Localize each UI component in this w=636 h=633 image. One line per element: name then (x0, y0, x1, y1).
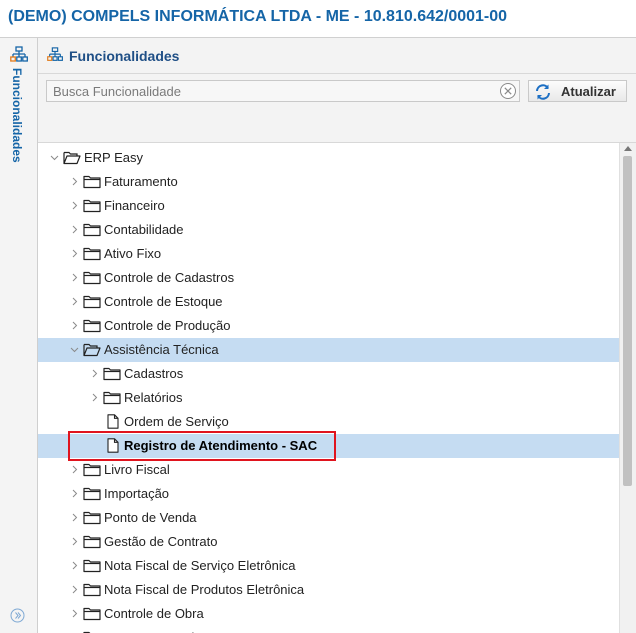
tree-item-label: Controle de Obra (104, 606, 204, 621)
folder-icon (103, 391, 121, 405)
funcionalidades-panel: Funcionalidades Atualizar ERP Easy Fatura… (38, 38, 636, 633)
panel-header: Funcionalidades (38, 38, 636, 74)
tree-item[interactable]: ERP Easy (38, 146, 619, 170)
folder-icon (83, 583, 101, 597)
tree-item-label: Nota Fiscal de Serviço Eletrônica (104, 558, 296, 573)
tree-item[interactable]: Gestão de Contrato (38, 530, 619, 554)
chevron-right-icon[interactable] (70, 609, 79, 618)
tree-item[interactable]: Controle de Cadastros (38, 266, 619, 290)
search-input[interactable] (47, 81, 499, 101)
tree-item[interactable]: Faturamento (38, 170, 619, 194)
tree-item-label: Financeiro (104, 198, 165, 213)
folder-icon (83, 199, 101, 213)
tree-item-label: Cadastros (124, 366, 184, 381)
chevron-right-icon[interactable] (70, 585, 79, 594)
tree-item-label: Livro Fiscal (104, 462, 170, 477)
tree-item[interactable]: Ativo Fixo (38, 242, 619, 266)
tree-item-label: Faturamento (104, 174, 178, 189)
folder-icon (83, 511, 101, 525)
tree-item[interactable]: Livro Fiscal (38, 458, 619, 482)
search-box (46, 80, 520, 102)
sitemap-icon (47, 47, 63, 61)
folder-icon (83, 487, 101, 501)
chevron-right-icon[interactable] (70, 249, 79, 258)
folder-icon (83, 607, 101, 621)
refresh-label: Atualizar (561, 84, 616, 99)
highlight-box (68, 431, 336, 461)
folder-icon (103, 367, 121, 381)
chevron-right-icon[interactable] (90, 369, 99, 378)
chevron-right-icon[interactable] (70, 465, 79, 474)
tree-item[interactable]: Controle de Estoque (38, 290, 619, 314)
scroll-thumb[interactable] (623, 156, 632, 486)
folder-icon (83, 271, 101, 285)
tree-item-label: Ordem de Serviço (124, 414, 229, 429)
chevron-right-icon[interactable] (70, 273, 79, 282)
chevron-right-icon[interactable] (70, 201, 79, 210)
folder-icon (83, 295, 101, 309)
folder-icon (83, 535, 101, 549)
folder-icon (83, 319, 101, 333)
tree-scrollbar[interactable] (619, 143, 636, 633)
sidebar-label[interactable]: Funcionalidades (10, 68, 24, 163)
tree-item-label: Ponto de Venda (104, 510, 197, 525)
folder-icon (83, 559, 101, 573)
chevron-right-icon[interactable] (90, 393, 99, 402)
folder-icon (83, 247, 101, 261)
chevron-right-icon[interactable] (70, 537, 79, 546)
tree-item[interactable]: Controle de Produção (38, 314, 619, 338)
chevron-right-icon[interactable] (70, 561, 79, 570)
refresh-icon (536, 84, 550, 100)
tree-item-label: Contabilidade (104, 222, 184, 237)
document-icon (107, 414, 119, 429)
folder-icon (83, 463, 101, 477)
functionality-tree: ERP Easy Faturamento Financeiro Contabilida… (38, 143, 619, 633)
chevron-right-icon[interactable] (70, 177, 79, 186)
tree-item[interactable]: Assistência Técnica (38, 338, 619, 362)
tree-item-label: Gestão de Contrato (104, 534, 218, 549)
tree-item[interactable]: Nota Fiscal de Serviço Eletrônica (38, 554, 619, 578)
scroll-up-icon[interactable] (624, 146, 632, 151)
tree-item[interactable]: Ponto de Venda (38, 506, 619, 530)
tree-item[interactable]: Cadastros (38, 362, 619, 386)
tree-item-label: Assistência Técnica (104, 342, 219, 357)
clear-search-icon[interactable] (499, 82, 517, 100)
chevron-right-icon[interactable] (70, 489, 79, 498)
folder-open-icon (83, 343, 101, 357)
tree-item-label: Ativo Fixo (104, 246, 162, 261)
sidebar-collapsed[interactable]: Funcionalidades (0, 38, 38, 633)
tree-item-label: Nota Fiscal de Produtos Eletrônica (104, 582, 305, 597)
chevron-down-icon[interactable] (50, 153, 59, 162)
window-title-bar: (DEMO) COMPELS INFORMÁTICA LTDA - ME - 1… (0, 0, 636, 38)
tree-item[interactable]: Importação (38, 482, 619, 506)
tree-item-label: Controle de Cadastros (104, 270, 235, 285)
tree-item-label: Relatórios (124, 390, 183, 405)
chevron-down-icon[interactable] (70, 345, 79, 354)
tree-item[interactable]: Financeiro (38, 194, 619, 218)
chevron-right-icon[interactable] (70, 225, 79, 234)
chevron-right-icon[interactable] (70, 513, 79, 522)
chevron-right-icon[interactable] (70, 321, 79, 330)
tree-item-label: Controle de Estoque (104, 294, 223, 309)
folder-icon (83, 223, 101, 237)
panel-title: Funcionalidades (69, 48, 180, 64)
folder-icon (83, 175, 101, 189)
window-title: (DEMO) COMPELS INFORMÁTICA LTDA - ME - 1… (8, 8, 508, 25)
search-toolbar: Atualizar (38, 74, 636, 107)
tree-item[interactable]: Compra e Venda (38, 626, 619, 633)
tree-item-label: ERP Easy (84, 150, 144, 165)
tree-item-label: Importação (104, 486, 170, 501)
tree-item[interactable]: Contabilidade (38, 218, 619, 242)
sitemap-icon (10, 46, 28, 62)
folder-open-icon (63, 151, 81, 165)
tree-item[interactable]: Nota Fiscal de Produtos Eletrônica (38, 578, 619, 602)
tree-item[interactable]: Relatórios (38, 386, 619, 410)
refresh-button[interactable]: Atualizar (528, 80, 627, 102)
toolbar-spacer (38, 107, 636, 143)
expand-sidebar-icon[interactable] (10, 608, 25, 623)
tree-item[interactable]: Controle de Obra (38, 602, 619, 626)
tree-item-label: Controle de Produção (104, 318, 231, 333)
chevron-right-icon[interactable] (70, 297, 79, 306)
